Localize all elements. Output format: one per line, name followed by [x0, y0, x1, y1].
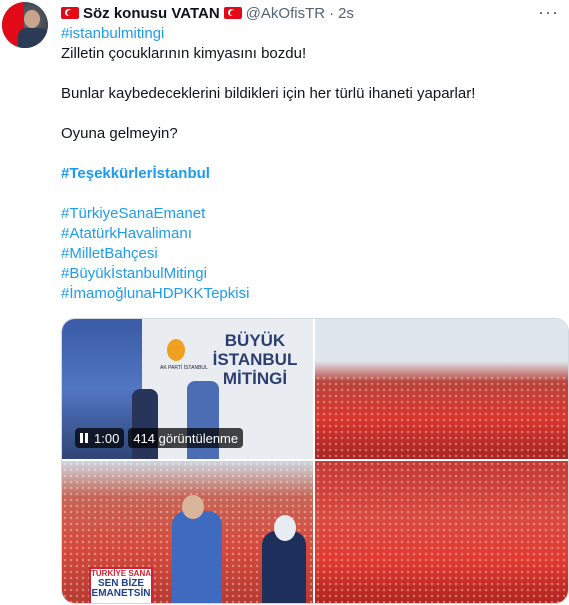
crowd-texture [315, 375, 568, 459]
person-head [274, 515, 296, 541]
tweet-text-line: Zilletin çocuklarının kimyasını bozdu! [61, 45, 307, 62]
speaker-head [182, 495, 204, 519]
view-count: 414 görüntülenme [128, 428, 244, 448]
photo-tile[interactable] [315, 319, 568, 459]
tweet-text-line: Bunlar kaybedeceklerini bildikleri için … [61, 85, 476, 102]
tweet-time[interactable]: 2s [338, 5, 354, 22]
photo-tile[interactable] [315, 461, 568, 603]
avatar-face [24, 10, 40, 28]
banner-line: EMANETSİN [91, 588, 151, 599]
bulb-icon [167, 339, 185, 361]
media-grid: AK PARTİ İSTANBUL BÜYÜK İSTANBUL MİTİNGİ… [61, 318, 569, 604]
hashtag-link[interactable]: #MilletBahçesi [61, 244, 561, 264]
hashtag-link[interactable]: #AtatürkHavalimanı [61, 224, 561, 244]
person-figure [262, 531, 306, 603]
tweet-body: #istanbulmitingi Zilletin çocuklarının k… [61, 24, 561, 304]
author-name[interactable]: Söz konusu VATAN [83, 5, 220, 22]
video-time: 1:00 [94, 430, 120, 446]
stage-sign-text: BÜYÜK İSTANBUL MİTİNGİ [212, 331, 298, 388]
hashtag-link[interactable]: #TürkiyeSanaEmanet [61, 204, 561, 224]
video-tile[interactable]: AK PARTİ İSTANBUL BÜYÜK İSTANBUL MİTİNGİ… [62, 319, 313, 459]
banner-sign: TÜRKİYE SANA SEN BİZE EMANETSİN [89, 567, 153, 603]
video-controls: 1:00 414 görüntülenme [75, 428, 244, 448]
tweet-header: Söz konusu VATAN @AkOfisTR · 2s [61, 4, 354, 22]
more-icon[interactable]: ··· [538, 2, 559, 23]
avatar[interactable] [2, 2, 48, 48]
turkish-flag-icon [223, 7, 242, 19]
hashtag-link[interactable]: #istanbulmitingi [61, 24, 561, 44]
person-figure [132, 389, 158, 459]
tweet-text-line: Oyuna gelmeyin? [61, 125, 178, 142]
akp-logo-icon: AK PARTİ İSTANBUL [160, 339, 208, 379]
hashtag-link[interactable]: #BüyükİstanbulMitingi [61, 264, 561, 284]
hashtag-link[interactable]: #İmamoğlunaHDPKKTepkisi [61, 284, 561, 304]
turkish-flag-icon [61, 7, 79, 19]
hashtag-link[interactable]: #Teşekkürlerİstanbul [61, 164, 561, 184]
speaker-figure [172, 511, 222, 603]
avatar-suit [18, 28, 48, 48]
video-time-pill[interactable]: 1:00 [75, 428, 125, 448]
crowd-texture [315, 461, 568, 603]
pause-icon[interactable] [80, 433, 88, 443]
photo-tile[interactable]: TÜRKİYE SANA SEN BİZE EMANETSİN [62, 461, 313, 603]
separator-dot: · [329, 4, 335, 22]
tweet[interactable]: Söz konusu VATAN @AkOfisTR · 2s ··· #ist… [0, 0, 569, 605]
author-handle[interactable]: @AkOfisTR [246, 5, 325, 22]
